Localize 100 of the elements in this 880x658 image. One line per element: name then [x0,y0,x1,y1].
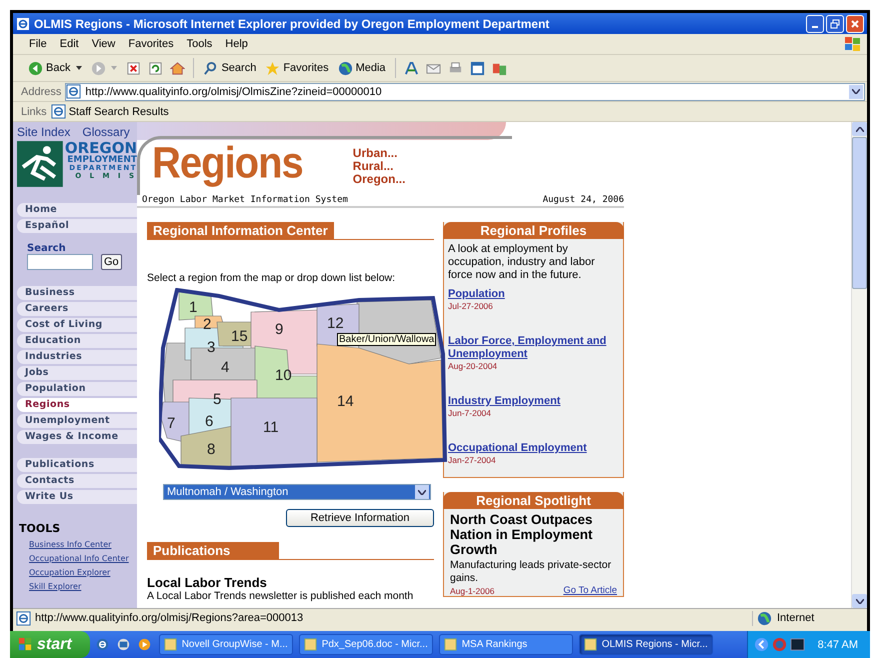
window-icon [162,637,178,652]
profile-date: Jan-27-2004 [448,455,497,465]
globe-icon [757,610,772,626]
menu-item[interactable]: Help [225,38,248,50]
profile-date: Jun-7-2004 [448,408,492,418]
tagline: Rural... [352,160,394,173]
tool-link[interactable]: Occupation Explorer [29,568,137,577]
page-title: Regions [152,138,303,188]
search-icon [203,60,218,76]
nav-link[interactable]: Industries [17,350,137,364]
retrieve-button[interactable]: Retrieve Information [286,509,434,527]
caret-icon[interactable] [76,66,82,70]
logo-text: EMPLOYMENT [67,156,137,165]
media-button[interactable]: Media [334,60,389,76]
nav-link[interactable]: Write Us [17,490,137,504]
page-icon [66,84,82,99]
tools-heading: TOOLS [19,522,62,535]
scrollbar[interactable] [851,122,867,608]
card-heading: Regional Spotlight [443,492,624,509]
nav-link[interactable]: Careers [17,302,137,316]
chevron-icon[interactable] [754,637,769,652]
home-icon[interactable] [170,60,186,76]
menu-item[interactable]: Favorites [128,38,174,50]
search-field[interactable] [27,254,93,270]
window-icon[interactable] [470,60,485,76]
link-button[interactable]: Staff Search Results [50,104,169,119]
profile-date: Aug-20-2004 [448,361,498,371]
profile-link[interactable]: Population [448,288,619,301]
top-link[interactable]: Site Index [17,125,70,139]
menu-item[interactable]: File [29,38,47,50]
profile-link[interactable]: Labor Force, Employment and Unemployment [448,335,619,361]
scroll-down-icon[interactable] [856,598,864,604]
spotlight-headline: North Coast Outpaces Nation in Employment Growth [450,512,594,557]
taskbar-button[interactable]: Novell GroupWise - M... [158,634,293,655]
page-icon [50,104,66,119]
card-intro: A look at employment by occupation, industry and labor force now and in the future. [448,243,596,282]
font-icon[interactable] [404,60,419,76]
close-button[interactable] [846,14,864,32]
refresh-icon[interactable] [148,60,164,76]
nav-link[interactable]: Jobs [17,366,137,380]
search-label: Search [27,243,67,254]
window-icon [442,637,458,652]
nav-link[interactable]: Publications [17,458,137,472]
nav-link[interactable]: Español [17,219,137,233]
region-dropdown[interactable]: Multnomah / Washington [163,484,431,500]
tagline: Urban... [352,147,398,160]
print-icon[interactable] [448,60,463,76]
restore-button[interactable] [826,14,844,32]
publication-text: A Local Labor Trends newsletter is published each month [147,590,414,602]
runner-logo-icon [17,141,63,187]
publication-title: Local Labor Trends [147,575,268,590]
nav-link[interactable]: Contacts [17,474,137,488]
stop-icon[interactable] [126,60,142,76]
nav-link[interactable]: Education [17,334,137,348]
links-label: Links [21,106,47,118]
nav-link[interactable]: Home [17,203,137,217]
nav-link[interactable]: Cost of Living [17,318,137,332]
window-icon [302,637,318,652]
tool-link[interactable]: Skill Explorer [29,582,137,591]
site-subtitle: Oregon Labor Market Information System [142,195,348,205]
window-title: OLMIS Regions - Microsoft Internet Explorer provided by Oregon Employment Department [34,16,550,30]
scroll-up-icon[interactable] [856,126,864,132]
taskbar-button[interactable]: Pdx_Sep06.doc - Micr... [298,634,433,655]
page-date: August 24, 2006 [542,195,624,205]
browser-icon[interactable] [94,637,110,652]
nav-link[interactable]: Business [17,286,137,300]
nav-link[interactable]: Wages & Income [17,430,137,444]
windows-logo-icon [843,36,863,52]
star-icon [265,60,280,76]
address-field[interactable]: http://www.qualityinfo.org/olmisj/OlmisZine?zineid=00000010 [65,82,865,100]
media-player-icon[interactable] [136,637,152,652]
taskbar-button[interactable]: OLMIS Regions - Micr... [578,634,713,655]
minimize-button[interactable] [806,14,824,32]
back-button[interactable]: Back [25,60,74,76]
windows-logo-icon [18,637,33,652]
go-button[interactable]: Go [101,254,122,270]
profile-link[interactable]: Industry Employment [448,395,619,408]
menu-item[interactable]: View [92,38,116,50]
mail-icon[interactable] [116,637,131,652]
section-heading: Regional Information Center [147,222,334,239]
globe-icon [338,60,353,76]
address-label: Address [21,86,62,98]
profile-link[interactable]: Occupational Employment [448,442,619,455]
logo-text: OREGON [64,141,137,156]
tool-link[interactable]: Business Info Center [29,540,137,549]
menu-item[interactable]: Edit [60,38,79,50]
top-link[interactable]: Glossary [82,125,130,139]
caret-icon [418,490,426,494]
taskbar-button[interactable]: MSA Rankings [438,634,573,655]
tool-link[interactable]: Occupational Info Center [29,554,137,563]
dropdown-button[interactable] [849,84,863,98]
search-button[interactable]: Search [200,60,260,76]
article-link[interactable]: Go To Article [563,586,617,596]
menu-item[interactable]: Tools [186,38,212,50]
nav-link[interactable]: Regions [17,398,139,412]
nav-link[interactable]: Unemployment [17,414,137,428]
nav-link[interactable]: Population [17,382,137,396]
favorites-button[interactable]: Favorites [262,60,332,76]
browser-icon [16,16,30,30]
monitor-icon[interactable] [790,637,805,652]
